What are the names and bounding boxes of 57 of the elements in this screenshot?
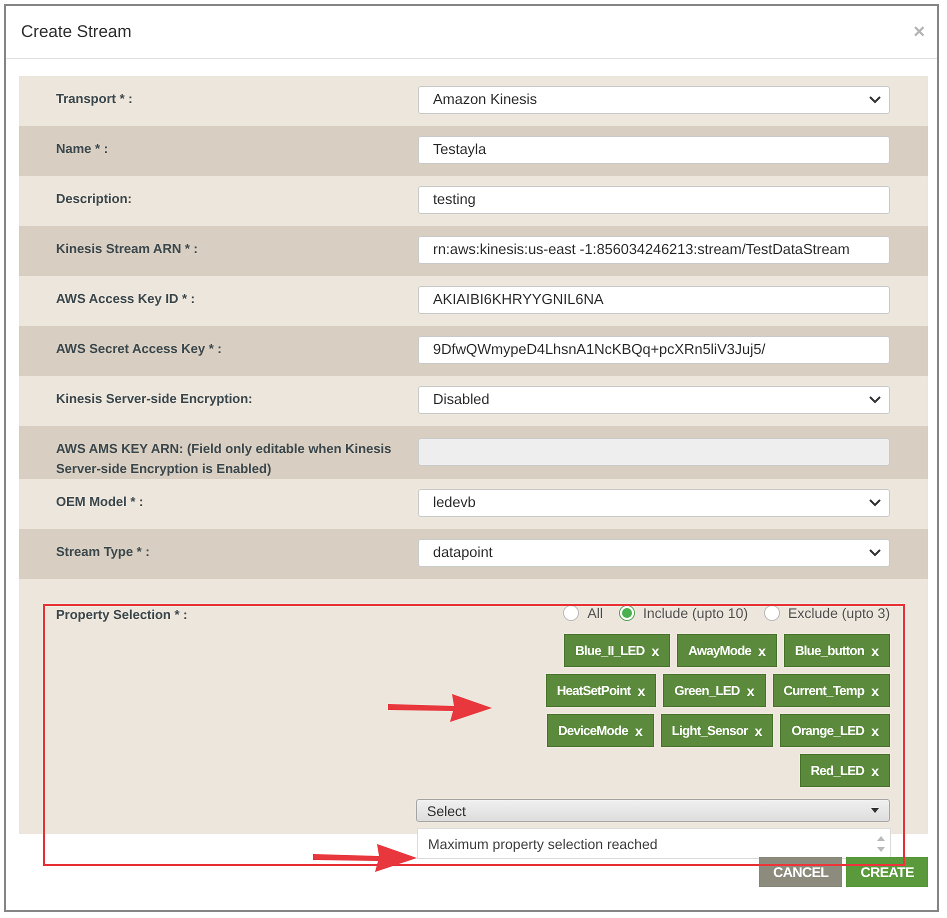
radio-button[interactable] [764,605,780,621]
chevron-down-icon [869,96,881,104]
radio-button[interactable] [618,605,635,621]
field-label: Description: [56,190,133,208]
field-label: AWS Secret Access Key * : [56,340,223,358]
tag-label: Current_Temp [784,683,864,698]
tag-label: Orange_LED [791,723,864,738]
chevron-down-icon [869,499,881,507]
field-label: Kinesis Server-side Encryption: [56,390,254,408]
input-field[interactable]: Testayla [418,136,890,164]
cancel-button[interactable]: CANCEL [759,857,842,887]
remove-tag-button[interactable]: x [634,722,643,738]
remove-tag-button[interactable]: x [871,762,879,778]
remove-tag-button[interactable]: x [871,722,879,738]
remove-tag-button[interactable]: x [754,722,762,738]
tag-label: AwayMode [688,643,752,658]
remove-tag-button[interactable]: x [758,642,766,658]
tag-label: Blue_II_LED [575,643,644,658]
create-button[interactable]: CREATE [846,857,928,887]
input-field[interactable]: AKIAIBI6KHRYYGNIL6NA [418,286,890,314]
remove-tag-button[interactable]: x [652,642,660,658]
message-text: Maximum property selection reached [428,836,658,852]
tag-label: Blue_button [794,643,864,658]
field-label: Transport * : [56,90,134,108]
close-button[interactable]: × [913,20,925,44]
field-label: OEM Model * : [56,493,144,511]
remove-tag-button[interactable]: x [638,682,646,698]
field-label: AWS AMS KEY ARN: (Field only editable when Kinesis Server-side Encryption is Enabled) [56,440,392,478]
chevron-down-icon [869,549,881,557]
remove-tag-button[interactable]: x [871,642,879,658]
field-label: Kinesis Stream ARN * : [56,240,199,258]
select-field[interactable]: Disabled [418,386,890,414]
input-field[interactable]: testing [418,186,890,214]
radio-label: Include (upto 10) [642,605,748,621]
tag-label: Green_LED [674,683,740,698]
field-label: Stream Type * : [56,543,151,561]
field-label: Name * : [56,140,110,158]
input-field[interactable]: 9DfwQWmypeD4LhsnA1NcKBQq+pcXRn5liV3Juj5/ [418,336,890,364]
input-field[interactable]: rn:aws:kinesis:us-east -1:856034246213:stream/TestDataStream [418,236,890,264]
field-label: AWS Access Key ID * : [56,290,196,308]
chevron-down-icon [869,396,881,404]
radio-label: All [587,605,603,621]
radio-button[interactable] [563,605,580,621]
remove-tag-button[interactable]: x [746,682,755,698]
dialog-title: Create Stream [21,22,132,42]
select-field[interactable]: ledevb [418,489,890,517]
select-field[interactable]: datapoint [418,539,890,567]
tag-label: Light_Sensor [672,723,748,738]
tag-label: HeatSetPoint [556,683,631,698]
property-select[interactable]: Select [416,799,890,822]
caret-icon [871,808,879,813]
radio-label: Exclude (upto 3) [788,605,890,621]
tag-label: Red_LED [810,763,864,778]
remove-tag-button[interactable]: x [871,682,879,698]
select-field[interactable]: Amazon Kinesis [418,86,890,114]
field-label: Property Selection * : [56,607,188,624]
tag-label: DeviceMode [558,723,628,738]
